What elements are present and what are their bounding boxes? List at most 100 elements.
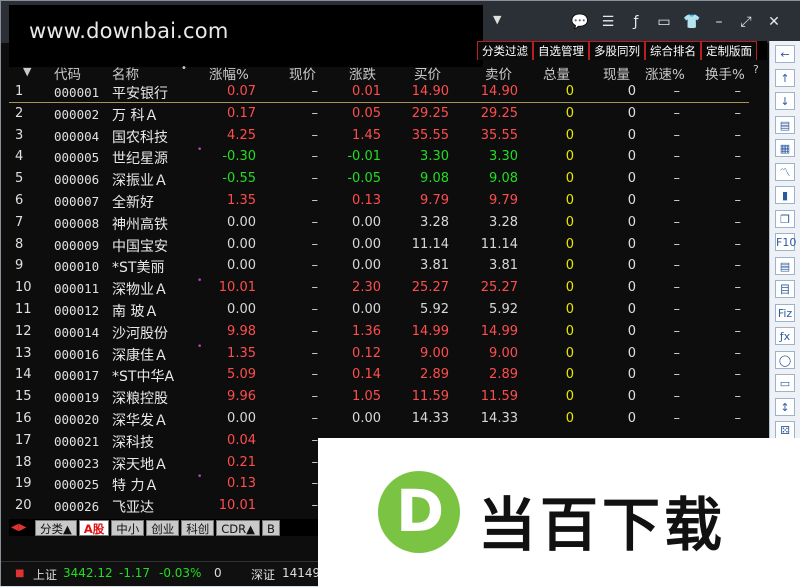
tab-cdr[interactable]: CDR▲ [216, 519, 260, 536]
table-row[interactable]: 6 000007 全新好 1.35 – 0.13 9.79 9.79 0 0 – – [9, 191, 769, 213]
price-change: 0.01 [352, 84, 381, 99]
table-row[interactable]: 4 000005 世纪星源 • -0.30 – -0.01 3.30 3.30 0 0 – – [9, 145, 769, 169]
turnover-rate: – [734, 149, 742, 165]
current-volume: 0 [627, 149, 636, 165]
ad-banner[interactable]: D 当百下载 [318, 438, 800, 587]
tab-category[interactable]: 分类▲ [35, 519, 77, 536]
header-change[interactable]: 涨跌 [349, 63, 376, 83]
dice-icon[interactable]: ⚄ [775, 421, 795, 439]
price-change: 0.00 [352, 214, 381, 230]
f10-icon[interactable]: F10 [775, 233, 796, 251]
header-sell[interactable]: 卖价 [485, 63, 512, 83]
price-change: -0.05 [347, 171, 381, 187]
window-icon[interactable]: ❐ [775, 209, 795, 228]
candlestick-icon[interactable]: ▮ [775, 186, 795, 204]
header-cur-vol[interactable]: 现量 [603, 63, 630, 83]
change-speed: – [673, 389, 681, 405]
tab-ranking[interactable]: 综合排名 [645, 41, 701, 60]
price-change: -0.01 [347, 149, 381, 165]
table-row[interactable]: 9 000010 *ST美丽 0.00 – 0.00 3.81 3.81 0 0 – – [9, 256, 769, 278]
table-row[interactable]: 1 000001 平安银行 0.07 – 0.01 14.90 14.90 0 0 – – [9, 82, 769, 104]
current-volume: 0 [627, 302, 636, 317]
grid-icon[interactable]: ▦ [775, 139, 795, 157]
folder-icon[interactable]: ▭ [775, 374, 795, 392]
tab-filter[interactable]: 分类过滤 [477, 41, 533, 60]
stock-name: *ST中华A [112, 369, 175, 386]
table-row[interactable]: 5 000006 深振业Ａ -0.55 – -0.05 9.08 9.08 0 0 – – [9, 169, 769, 191]
table-row[interactable]: 16 000020 深华发Ａ 0.00 – 0.00 14.33 14.33 0 0 – – [9, 409, 769, 431]
total-volume: 0 [565, 389, 574, 405]
fx-icon[interactable]: ƒx [775, 327, 795, 345]
tab-multi-stock[interactable]: 多股同列 [589, 41, 645, 60]
fiz-icon[interactable]: Fiz [775, 303, 795, 322]
bid-price: 14.90 [411, 84, 449, 99]
header-buy[interactable]: 买价 [414, 63, 441, 83]
tab-scroll-arrows-icon[interactable]: ◀▶ [9, 522, 35, 533]
tshirt-skin-icon[interactable]: 👕 [681, 11, 703, 33]
close-icon[interactable]: ✕ [763, 11, 785, 33]
sort-arrow-icon[interactable]: ▼ [23, 65, 31, 78]
table-row[interactable]: 10 000011 深物业Ａ • 10.01 – 2.30 25.27 25.27 0 0 – – [9, 276, 769, 300]
stock-code: 000023 [54, 455, 100, 471]
maximize-icon[interactable]: ⤢ [735, 11, 757, 33]
arrow-up-icon[interactable]: ↑ [775, 68, 795, 87]
notepad-icon[interactable]: ▤ [775, 256, 795, 275]
table-row[interactable]: 8 000009 中国宝安 0.00 – 0.00 11.14 11.14 0 0 – – [9, 235, 769, 257]
tab-a-shares[interactable]: A股 [78, 519, 110, 536]
sz-index-label[interactable]: 深证 [251, 566, 275, 583]
row-index: 19 [15, 476, 32, 492]
tab-chinext[interactable]: 创业 [146, 519, 180, 536]
change-speed: – [673, 302, 681, 317]
current-price: – [311, 214, 319, 230]
total-volume: 0 [565, 280, 574, 296]
stock-code: 000011 [54, 281, 100, 297]
table-row[interactable]: 13 000016 深康佳Ａ • 1.35 – 0.12 9.00 9.00 0 0 – – [9, 342, 769, 366]
line-chart-icon[interactable]: 〽 [775, 162, 795, 181]
stock-name: 深天地Ａ [112, 456, 168, 473]
settings-sliders-icon[interactable]: ☰ [597, 11, 619, 33]
circle-icon[interactable]: ◯ [775, 350, 795, 369]
header-volume[interactable]: 总量 [543, 63, 570, 83]
report-icon[interactable]: ▤ [775, 115, 795, 134]
arrow-down-icon[interactable]: ↓ [775, 92, 795, 110]
minimize-icon[interactable]: – [708, 11, 730, 33]
change-percent: 1.35 [227, 193, 256, 208]
header-more[interactable]: ? [753, 63, 759, 76]
ad-logo-letter: D [396, 477, 445, 545]
header-speed[interactable]: 涨速% [645, 63, 685, 83]
bid-price: 35.55 [411, 127, 449, 143]
formula-icon[interactable]: ƒ [625, 11, 647, 33]
current-volume: 0 [627, 127, 636, 143]
table-row[interactable]: 3 000004 国农科技 4.25 – 1.45 35.55 35.55 0 0 – – [9, 126, 769, 148]
table-row[interactable]: 2 000002 万 科Ａ 0.17 – 0.05 29.25 29.25 0 0 – – [9, 104, 769, 126]
sector-tab-bar: 分类过滤 自选管理 多股同列 综合排名 定制版面 [477, 41, 767, 60]
chat-icon[interactable]: 💬 [569, 11, 591, 33]
change-speed: – [673, 127, 681, 143]
arrow-left-icon[interactable]: ← [775, 45, 795, 63]
table-row[interactable]: 7 000008 神州高铁 0.00 – 0.00 3.28 3.28 0 0 – – [9, 213, 769, 235]
watermark: www.downbai.com [9, 5, 483, 67]
table-row[interactable]: 12 000014 沙河股份 9.98 – 1.36 14.99 14.99 0 0 – – [9, 322, 769, 344]
chevron-down-icon[interactable]: ▼ [493, 13, 501, 26]
selected-row-line [9, 102, 749, 103]
header-name[interactable]: 名称 [112, 63, 139, 83]
tab-watchlist[interactable]: 自选管理 [533, 41, 589, 60]
table-row[interactable]: 11 000012 南 玻Ａ 0.00 – 0.00 5.92 5.92 0 0 – – [9, 300, 769, 322]
tab-sme[interactable]: 中小 [111, 519, 145, 536]
header-price[interactable]: 现价 [289, 63, 316, 83]
tab-custom-layout[interactable]: 定制版面 [701, 41, 757, 60]
table-row[interactable]: 15 000019 深粮控股 9.96 – 1.05 11.59 11.59 0 0 – – [9, 387, 769, 409]
tab-star[interactable]: 科创 [181, 519, 215, 536]
sh-index-label[interactable]: 上证 [33, 566, 57, 583]
turnover-rate: – [734, 84, 742, 99]
info-icon[interactable]: 目 [775, 280, 795, 298]
header-turnover[interactable]: 换手% [705, 63, 745, 83]
row-index: 6 [15, 193, 24, 208]
tab-b-shares[interactable]: B [261, 519, 280, 536]
monitor-icon[interactable]: ▭ [653, 11, 675, 33]
header-pct[interactable]: 涨幅% [209, 63, 249, 83]
table-row[interactable]: 14 000017 *ST中华A 5.09 – 0.14 2.89 2.89 0 0 – – [9, 365, 769, 387]
header-code[interactable]: 代码 [54, 63, 81, 83]
stock-name: 深康佳Ａ [112, 347, 168, 364]
sort-icon[interactable]: ↕ [775, 397, 795, 416]
